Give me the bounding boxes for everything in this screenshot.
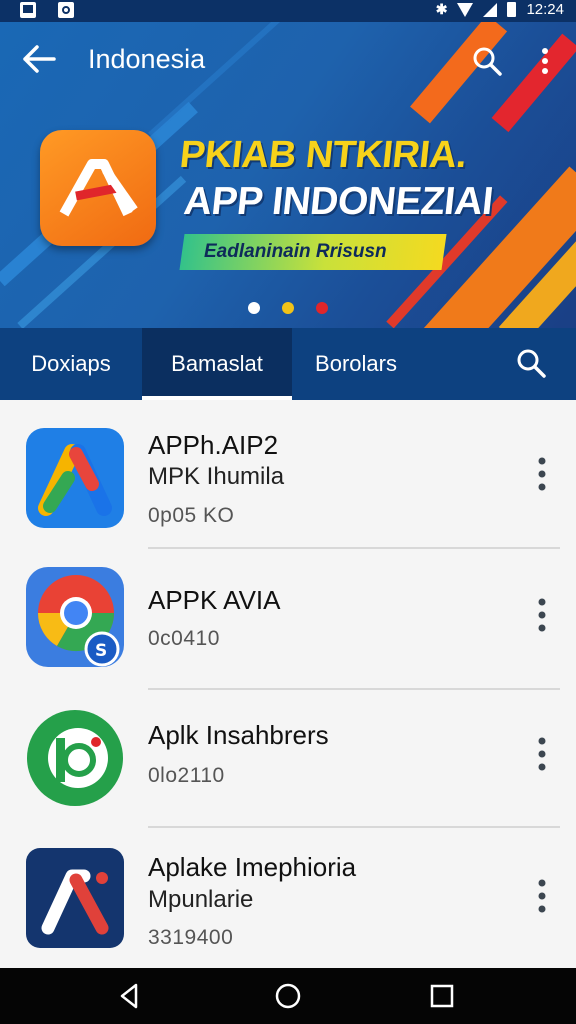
banner-tagline[interactable]: Eadlaninain Rrisusn (179, 234, 447, 270)
app-meta: 0lo2110 (148, 764, 225, 787)
tab-borolars[interactable]: Borolars (292, 328, 420, 400)
google-ads-style-icon (26, 428, 124, 528)
toolbar: Indonesia (0, 22, 576, 96)
green-circle-app-icon (27, 710, 123, 806)
app-list: APPh.AIP2 MPK Ihumila 0p05 KO S APPK AVI… (0, 400, 576, 968)
page-title: Indonesia (88, 44, 206, 74)
more-vert-icon[interactable] (528, 597, 556, 633)
app-subtitle: MPK Ihumila (148, 463, 285, 490)
carousel-indicator (248, 302, 328, 314)
app-subtitle: Mpunlarie (148, 886, 254, 913)
bluetooth-icon: ✱ (435, 1, 448, 17)
carousel-dot[interactable] (282, 302, 294, 314)
tab-doxiaps[interactable]: Doxiaps (0, 328, 142, 400)
system-nav-bar (0, 968, 576, 1024)
more-vert-icon[interactable] (528, 456, 556, 492)
app-name: Aplk Insahbrers (148, 720, 329, 750)
featured-app-logo[interactable] (40, 130, 156, 246)
nav-back-icon[interactable] (114, 980, 146, 1012)
app-name: APPh.AIP2 (148, 430, 279, 460)
carousel-dot[interactable] (316, 302, 328, 314)
list-item[interactable]: APPh.AIP2 MPK Ihumila 0p05 KO (0, 400, 576, 548)
banner-subheadline: APP INDONEZIAI (181, 180, 495, 223)
navy-a-app-icon (26, 848, 124, 948)
list-item[interactable]: Aplk Insahbrers 0lo2110 (0, 690, 576, 826)
app-meta: 0c0410 (148, 627, 220, 650)
nav-home-icon[interactable] (272, 980, 304, 1012)
more-vert-icon[interactable] (528, 878, 556, 914)
more-vert-icon[interactable] (528, 736, 556, 772)
back-arrow-icon[interactable] (22, 44, 56, 74)
svg-text:S: S (95, 641, 107, 661)
list-item[interactable]: Aplake Imephioria Mpunlarie 3319400 (0, 828, 576, 968)
search-icon[interactable] (516, 348, 546, 378)
tab-bar: Doxiaps Bamaslat Borolars (0, 328, 576, 400)
nav-recents-icon[interactable] (426, 980, 458, 1012)
image-notification-icon (20, 2, 36, 18)
tab-label: Borolars (315, 351, 397, 376)
carousel-dot[interactable] (248, 302, 260, 314)
wifi-icon (457, 2, 474, 17)
status-bar: ✱ 12:24 (0, 0, 576, 22)
more-vert-icon[interactable] (532, 46, 558, 76)
sync-notification-icon (58, 2, 74, 18)
banner-headline: PKIAB NTKIRIA. (177, 134, 469, 176)
tab-label: Doxiaps (31, 351, 111, 376)
list-item[interactable]: S APPK AVIA 0c0410 (0, 549, 576, 689)
tab-label: Bamaslat (171, 351, 263, 376)
app-name: Aplake Imephioria (148, 852, 357, 882)
app-meta: 3319400 (148, 926, 234, 949)
app-meta: 0p05 KO (148, 504, 235, 527)
signal-icon (483, 2, 498, 17)
tab-bamaslat[interactable]: Bamaslat (142, 328, 292, 400)
app-name: APPK AVIA (148, 585, 281, 615)
battery-icon (507, 2, 517, 17)
chrome-style-icon: S (26, 567, 124, 667)
ai-logo-icon (59, 159, 138, 217)
search-icon[interactable] (472, 46, 502, 76)
status-time: 12:24 (526, 1, 564, 18)
header-banner: Indonesia PKIAB NTKIRIA. APP INDONEZIAI … (0, 22, 576, 328)
banner-tagline-label: Eadlaninain Rrisusn (204, 241, 387, 262)
